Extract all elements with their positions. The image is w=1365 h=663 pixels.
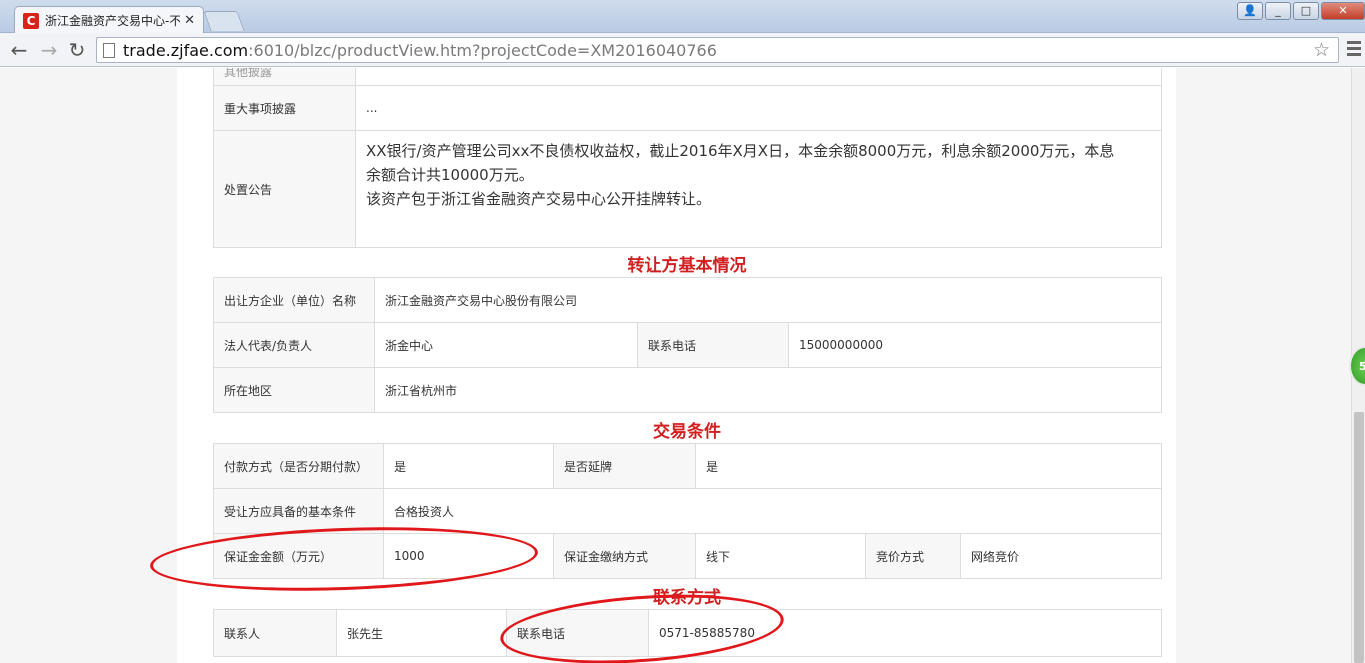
browser-tab[interactable]: C 浙江金融资产交易中心-不 ✕ — [14, 6, 204, 34]
major-events-value: ... — [355, 85, 1162, 131]
window-controls: 👤 _ □ ✕ — [1237, 2, 1365, 20]
payment-label: 付款方式（是否分期付款） — [213, 443, 384, 489]
notice-line: 该资产包于浙江省金融资产交易中心公开挂牌转让。 — [366, 190, 712, 208]
transferor-phone-label: 联系电话 — [637, 322, 789, 368]
disposal-notice-value: XX银行/资产管理公司xx不良债权收益权，截止2016年X月X日，本金余额800… — [355, 130, 1162, 248]
partial-value — [355, 68, 1162, 86]
conditions-section-title: 交易条件 — [653, 422, 721, 442]
transferor-section-title: 转让方基本情况 — [627, 256, 747, 276]
site-favicon-icon: C — [23, 12, 39, 29]
new-tab-button[interactable] — [203, 11, 245, 31]
tab-title: 浙江金融资产交易中心-不 — [45, 14, 181, 28]
back-arrow-icon[interactable]: ← — [6, 37, 32, 63]
deposit-method-value: 线下 — [695, 533, 866, 579]
partial-label: 其他披露 — [213, 68, 356, 86]
legal-rep-value: 浙金中心 — [374, 322, 638, 368]
deposit-method-label: 保证金缴纳方式 — [553, 533, 696, 579]
basic-conditions-value: 合格投资人 — [383, 488, 1162, 534]
disclosure-table: 其他披露 重大事项披露 ... 处置公告 XX银行/资产管理公司xx不良债权收益… — [213, 68, 1162, 248]
delay-label: 是否延牌 — [553, 443, 696, 489]
contact-person-label: 联系人 — [213, 609, 337, 657]
page-icon — [103, 42, 115, 58]
bookmark-star-icon[interactable]: ☆ — [1313, 39, 1330, 61]
company-label: 出让方企业（单位）名称 — [213, 277, 375, 323]
user-icon[interactable]: 👤 — [1237, 2, 1263, 20]
transferor-table: 出让方企业（单位）名称 浙江金融资产交易中心股份有限公司 法人代表/负责人 浙金… — [213, 277, 1162, 413]
region-label: 所在地区 — [213, 367, 375, 413]
delay-value: 是 — [695, 443, 1162, 489]
browser-toolbar: ← → ↻ trade.zjfae.com:6010/blzc/productV… — [0, 33, 1365, 67]
menu-icon[interactable] — [1347, 41, 1361, 56]
notice-line: XX银行/资产管理公司xx不良债权收益权，截止2016年X月X日，本金余额800… — [366, 142, 1115, 160]
address-bar[interactable]: trade.zjfae.com:6010/blzc/productView.ht… — [96, 37, 1339, 63]
bid-method-label: 竞价方式 — [865, 533, 961, 579]
payment-value: 是 — [383, 443, 554, 489]
region-value: 浙江省杭州市 — [374, 367, 1162, 413]
minimize-button[interactable]: _ — [1265, 2, 1291, 20]
reload-icon[interactable]: ↻ — [64, 37, 90, 63]
close-window-button[interactable]: ✕ — [1321, 2, 1365, 20]
scrollbar-thumb[interactable] — [1354, 412, 1364, 663]
major-events-label: 重大事项披露 — [213, 85, 356, 131]
disposal-notice-label: 处置公告 — [213, 130, 356, 248]
forward-arrow-icon[interactable]: → — [36, 37, 62, 63]
legal-rep-label: 法人代表/负责人 — [213, 322, 375, 368]
tab-close-icon[interactable]: ✕ — [184, 13, 195, 28]
bid-method-value: 网络竞价 — [960, 533, 1162, 579]
url-text: trade.zjfae.com:6010/blzc/productView.ht… — [123, 40, 717, 60]
contact-person-value: 张先生 — [336, 609, 507, 657]
company-value: 浙江金融资产交易中心股份有限公司 — [374, 277, 1162, 323]
browser-tabstrip: C 浙江金融资产交易中心-不 ✕ 👤 _ □ ✕ — [0, 0, 1365, 34]
transferor-phone-value: 15000000000 — [788, 322, 1162, 368]
maximize-button[interactable]: □ — [1293, 2, 1319, 20]
notice-line: 余额合计共10000万元。 — [366, 166, 534, 184]
